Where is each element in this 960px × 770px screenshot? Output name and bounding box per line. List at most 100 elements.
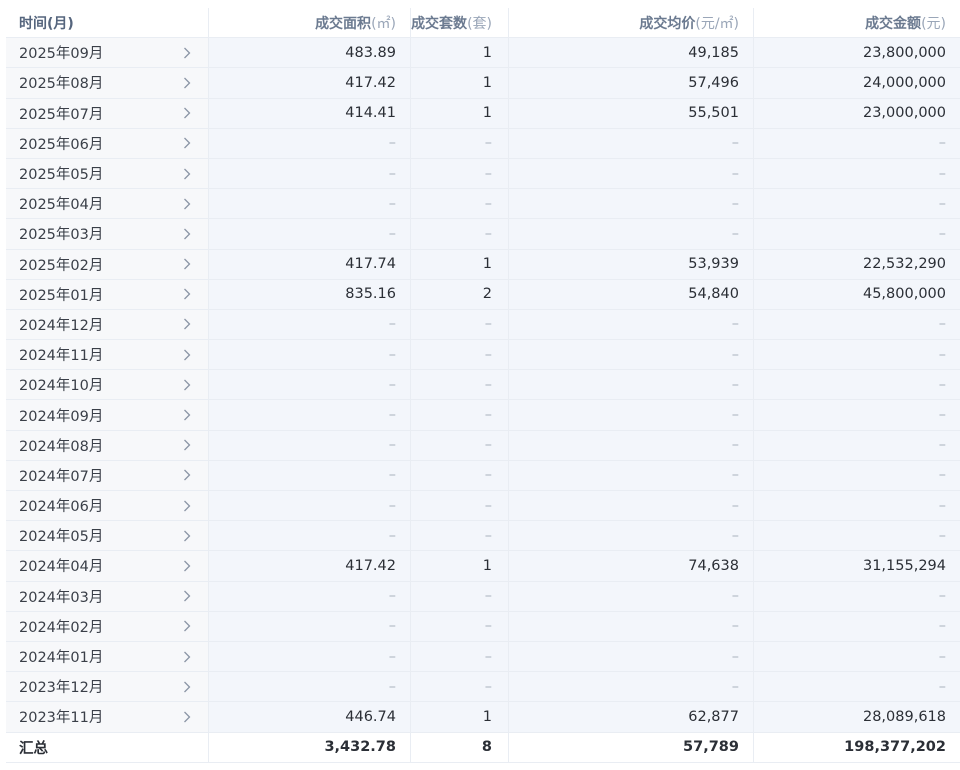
chevron-right-icon[interactable] (182, 348, 192, 362)
row-area-value: – (388, 678, 396, 695)
row-month[interactable]: 2023年11月 (6, 702, 208, 732)
table-row[interactable]: 2025年02月 417.74 1 53,939 22,532,290 (6, 249, 960, 280)
table-row[interactable]: 2024年03月 – – – – (6, 581, 960, 612)
chevron-right-icon[interactable] (182, 76, 192, 90)
row-month[interactable]: 2024年08月 (6, 430, 208, 460)
row-month[interactable]: 2024年12月 (6, 309, 208, 340)
table-row[interactable]: 2024年11月 – – – – (6, 340, 960, 371)
row-price: – (508, 128, 753, 158)
table-row[interactable]: 2025年03月 – – – – (6, 219, 960, 250)
transaction-table: 时间(月) 成交面积 (㎡) 成交套数 (套) 成交均价 (元/㎡) 成交金额 (元) … (6, 8, 960, 763)
chevron-right-icon[interactable] (182, 287, 192, 301)
chevron-right-icon[interactable] (182, 227, 192, 241)
table-row[interactable]: 2025年08月 417.42 1 57,496 24,000,000 (6, 68, 960, 99)
row-price: 62,877 (508, 702, 753, 732)
row-month[interactable]: 2025年02月 (6, 249, 208, 279)
table-row[interactable]: 2025年01月 835.16 2 54,840 45,800,000 (6, 279, 960, 310)
row-month-label: 2024年02月 (19, 619, 104, 636)
table-row[interactable]: 2024年01月 – – – – (6, 641, 960, 673)
header-units-label: 成交套数 (411, 15, 468, 32)
row-area-value: 414.41 (345, 105, 396, 122)
table-row[interactable]: 2024年12月 – – – – (6, 309, 960, 341)
row-month[interactable]: 2025年04月 (6, 189, 208, 219)
row-price-value: 49,185 (688, 44, 739, 61)
row-amount: – (753, 309, 960, 340)
row-month[interactable]: 2024年01月 (6, 641, 208, 672)
row-month[interactable]: 2025年09月 (6, 38, 208, 68)
table-row[interactable]: 2024年10月 – – – – (6, 370, 960, 401)
row-month[interactable]: 2024年07月 (6, 460, 208, 490)
row-month[interactable]: 2024年06月 (6, 491, 208, 521)
row-area-value: – (388, 467, 396, 484)
row-area: – (208, 400, 410, 430)
row-month[interactable]: 2024年11月 (6, 340, 208, 370)
table-row[interactable]: 2024年05月 – – – – (6, 521, 960, 552)
row-month[interactable]: 2025年05月 (6, 158, 208, 189)
row-price-value: – (731, 497, 739, 514)
chevron-right-icon[interactable] (182, 710, 192, 724)
row-price-value: – (731, 678, 739, 695)
chevron-right-icon[interactable] (182, 317, 192, 331)
table-row[interactable]: 2025年07月 414.41 1 55,501 23,000,000 (6, 98, 960, 129)
row-month[interactable]: 2023年12月 (6, 672, 208, 702)
row-area: – (208, 460, 410, 490)
row-month[interactable]: 2025年03月 (6, 219, 208, 249)
header-amount-label: 成交金额 (865, 15, 922, 32)
header-area-label: 成交面积 (315, 15, 372, 32)
table-row[interactable]: 2024年09月 – – – – (6, 400, 960, 431)
row-month[interactable]: 2024年10月 (6, 370, 208, 400)
row-month[interactable]: 2025年01月 (6, 279, 208, 309)
chevron-right-icon[interactable] (182, 378, 192, 392)
table-row[interactable]: 2023年12月 – – – – (6, 672, 960, 703)
row-amount: – (753, 189, 960, 219)
chevron-right-icon[interactable] (182, 589, 192, 603)
table-row[interactable]: 2023年11月 446.74 1 62,877 28,089,618 (6, 702, 960, 733)
chevron-right-icon[interactable] (182, 408, 192, 422)
row-area-value: – (388, 497, 396, 514)
chevron-right-icon[interactable] (182, 46, 192, 60)
chevron-right-icon[interactable] (182, 650, 192, 664)
table-row[interactable]: 2024年08月 – – – – (6, 430, 960, 461)
table-row[interactable]: 2024年02月 – – – – (6, 611, 960, 642)
chevron-right-icon[interactable] (182, 257, 192, 271)
row-amount: – (753, 672, 960, 702)
table-row[interactable]: 2024年06月 – – – – (6, 491, 960, 522)
chevron-right-icon[interactable] (182, 529, 192, 543)
row-price: 49,185 (508, 38, 753, 68)
row-month[interactable]: 2024年02月 (6, 611, 208, 641)
row-area: 414.41 (208, 98, 410, 128)
row-area-value: – (388, 618, 396, 635)
row-month[interactable]: 2025年06月 (6, 128, 208, 158)
row-price: – (508, 460, 753, 490)
row-price: – (508, 521, 753, 551)
row-area-value: – (388, 316, 396, 333)
row-month[interactable]: 2024年03月 (6, 581, 208, 611)
table-row[interactable]: 2025年04月 – – – – (6, 189, 960, 220)
chevron-right-icon[interactable] (182, 680, 192, 694)
chevron-right-icon[interactable] (182, 106, 192, 120)
chevron-right-icon[interactable] (182, 197, 192, 211)
chevron-right-icon[interactable] (182, 499, 192, 513)
row-month[interactable]: 2024年09月 (6, 400, 208, 430)
table-row[interactable]: 2024年07月 – – – – (6, 460, 960, 491)
table-row[interactable]: 2025年09月 483.89 1 49,185 23,800,000 (6, 38, 960, 69)
row-amount-value: 28,089,618 (862, 708, 946, 725)
table-row[interactable]: 2025年05月 – – – – (6, 158, 960, 190)
chevron-right-icon[interactable] (182, 136, 192, 150)
chevron-right-icon[interactable] (182, 619, 192, 633)
row-month[interactable]: 2025年08月 (6, 68, 208, 98)
total-row: 汇总 3,432.78 8 57,789 198,377,202 (6, 732, 960, 763)
table-row[interactable]: 2025年06月 – – – – (6, 128, 960, 159)
row-month-label: 2024年07月 (19, 468, 104, 485)
chevron-right-icon[interactable] (182, 559, 192, 573)
row-month[interactable]: 2024年05月 (6, 521, 208, 551)
chevron-right-icon[interactable] (182, 167, 192, 181)
chevron-right-icon[interactable] (182, 438, 192, 452)
row-month[interactable]: 2025年07月 (6, 98, 208, 128)
table-row[interactable]: 2024年04月 417.42 1 74,638 31,155,294 (6, 551, 960, 582)
row-amount: – (753, 581, 960, 611)
row-price-value: 62,877 (688, 708, 739, 725)
row-month-label: 2025年04月 (19, 197, 104, 214)
row-month[interactable]: 2024年04月 (6, 551, 208, 581)
chevron-right-icon[interactable] (182, 468, 192, 482)
